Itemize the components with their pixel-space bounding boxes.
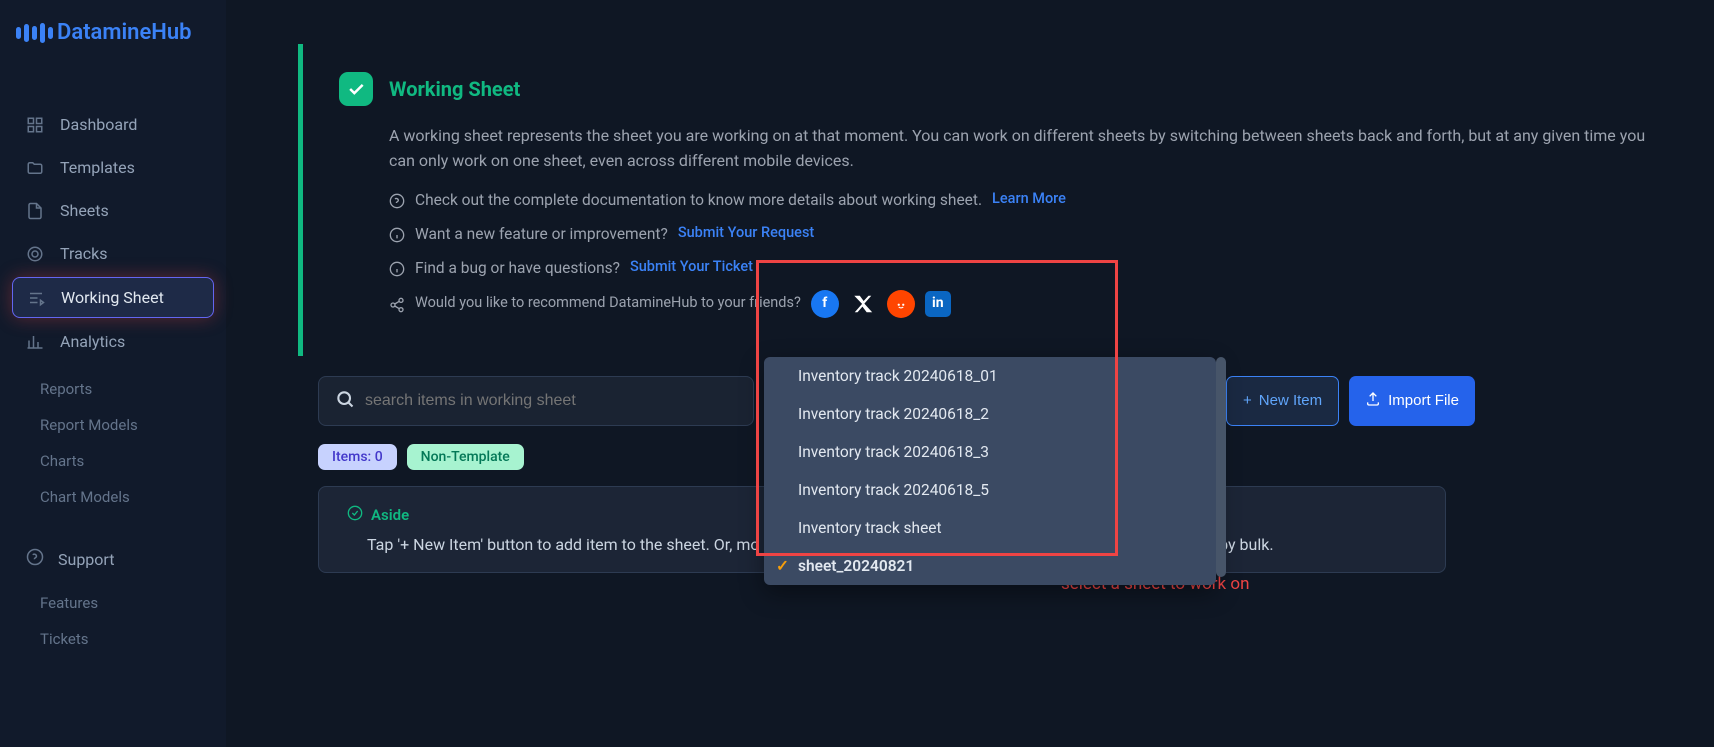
new-item-label: New Item bbox=[1259, 392, 1322, 409]
submit-ticket-link[interactable]: Submit Your Ticket bbox=[630, 256, 753, 278]
linkedin-icon[interactable]: in bbox=[925, 291, 951, 317]
info-recommend-text: Would you like to recommend DatamineHub … bbox=[415, 292, 801, 314]
items-badge: Items: 0 bbox=[318, 444, 397, 470]
sidebar-item-label: Templates bbox=[60, 158, 135, 177]
sidebar: DatamineHub Dashboard Templates Sheets T… bbox=[0, 0, 226, 747]
target-icon bbox=[26, 245, 46, 263]
dropdown-option[interactable]: Inventory track sheet bbox=[764, 509, 1216, 547]
dropdown-option[interactable]: Inventory track 20240618_01 bbox=[764, 357, 1216, 395]
submit-request-link[interactable]: Submit Your Request bbox=[678, 222, 814, 244]
nontemplate-badge: Non-Template bbox=[407, 444, 524, 470]
sidebar-item-support[interactable]: Support bbox=[12, 539, 214, 579]
sidebar-item-tracks[interactable]: Tracks bbox=[12, 234, 214, 273]
info-icon bbox=[389, 260, 405, 276]
sidebar-item-label: Support bbox=[58, 550, 114, 569]
search-input[interactable] bbox=[365, 392, 737, 410]
app-logo[interactable]: DatamineHub bbox=[12, 20, 214, 45]
brand-name: DatamineHub bbox=[57, 20, 192, 45]
help-icon bbox=[26, 548, 46, 570]
dashboard-icon bbox=[26, 116, 46, 134]
info-bug-text: Find a bug or have questions? bbox=[415, 256, 620, 280]
reddit-icon[interactable] bbox=[887, 290, 915, 318]
upload-icon bbox=[1365, 391, 1381, 411]
facebook-icon[interactable]: f bbox=[811, 290, 839, 318]
sidebar-item-dashboard[interactable]: Dashboard bbox=[12, 105, 214, 144]
info-icon bbox=[389, 226, 405, 242]
new-item-button[interactable]: + New Item bbox=[1226, 376, 1339, 426]
import-file-label: Import File bbox=[1388, 392, 1459, 409]
logo-icon bbox=[16, 23, 53, 43]
check-icon bbox=[339, 72, 373, 106]
main-content: Working Sheet A working sheet represents… bbox=[226, 0, 1714, 747]
search-box[interactable] bbox=[318, 376, 754, 426]
sidebar-item-label: Working Sheet bbox=[61, 288, 164, 307]
sidebar-sub-report-models[interactable]: Report Models bbox=[12, 407, 214, 443]
dropdown-scrollbar[interactable] bbox=[1216, 357, 1226, 577]
folder-icon bbox=[26, 159, 46, 177]
sidebar-item-label: Sheets bbox=[60, 201, 109, 220]
x-icon[interactable] bbox=[849, 290, 877, 318]
info-title: Working Sheet bbox=[389, 77, 520, 101]
search-icon bbox=[335, 389, 355, 413]
sidebar-sub-features[interactable]: Features bbox=[12, 585, 214, 621]
bar-chart-icon bbox=[26, 333, 46, 351]
dropdown-option[interactable]: Inventory track 20240618_2 bbox=[764, 395, 1216, 433]
file-icon bbox=[26, 202, 46, 220]
info-card: Working Sheet A working sheet represents… bbox=[298, 44, 1714, 356]
share-icon bbox=[389, 296, 405, 312]
info-description: A working sheet represents the sheet you… bbox=[389, 124, 1674, 174]
sidebar-item-label: Dashboard bbox=[60, 115, 137, 134]
sidebar-item-sheets[interactable]: Sheets bbox=[12, 191, 214, 230]
dropdown-option[interactable]: Inventory track 20240618_3 bbox=[764, 433, 1216, 471]
sheet-dropdown: Inventory track 20240618_01 Inventory tr… bbox=[764, 357, 1216, 585]
sidebar-sub-reports[interactable]: Reports bbox=[12, 371, 214, 407]
learn-more-link[interactable]: Learn More bbox=[992, 188, 1066, 210]
check-circle-icon bbox=[347, 505, 363, 525]
plus-icon: + bbox=[1243, 392, 1252, 409]
sidebar-item-templates[interactable]: Templates bbox=[12, 148, 214, 187]
dropdown-option[interactable]: Inventory track 20240618_5 bbox=[764, 471, 1216, 509]
sidebar-sub-chart-models[interactable]: Chart Models bbox=[12, 479, 214, 515]
aside-title: Aside bbox=[371, 506, 409, 524]
sidebar-item-analytics[interactable]: Analytics bbox=[12, 322, 214, 361]
dropdown-option-selected[interactable]: sheet_20240821 bbox=[764, 547, 1216, 585]
sidebar-sub-charts[interactable]: Charts bbox=[12, 443, 214, 479]
sidebar-item-label: Tracks bbox=[60, 244, 108, 263]
import-file-button[interactable]: Import File bbox=[1349, 376, 1475, 426]
sidebar-item-label: Analytics bbox=[60, 332, 125, 351]
question-icon bbox=[389, 192, 405, 208]
sidebar-item-working-sheet[interactable]: Working Sheet bbox=[12, 277, 214, 318]
info-feature-text: Want a new feature or improvement? bbox=[415, 222, 668, 246]
playlist-icon bbox=[27, 289, 47, 307]
info-doc-text: Check out the complete documentation to … bbox=[415, 188, 982, 212]
sidebar-sub-tickets[interactable]: Tickets bbox=[12, 621, 214, 657]
